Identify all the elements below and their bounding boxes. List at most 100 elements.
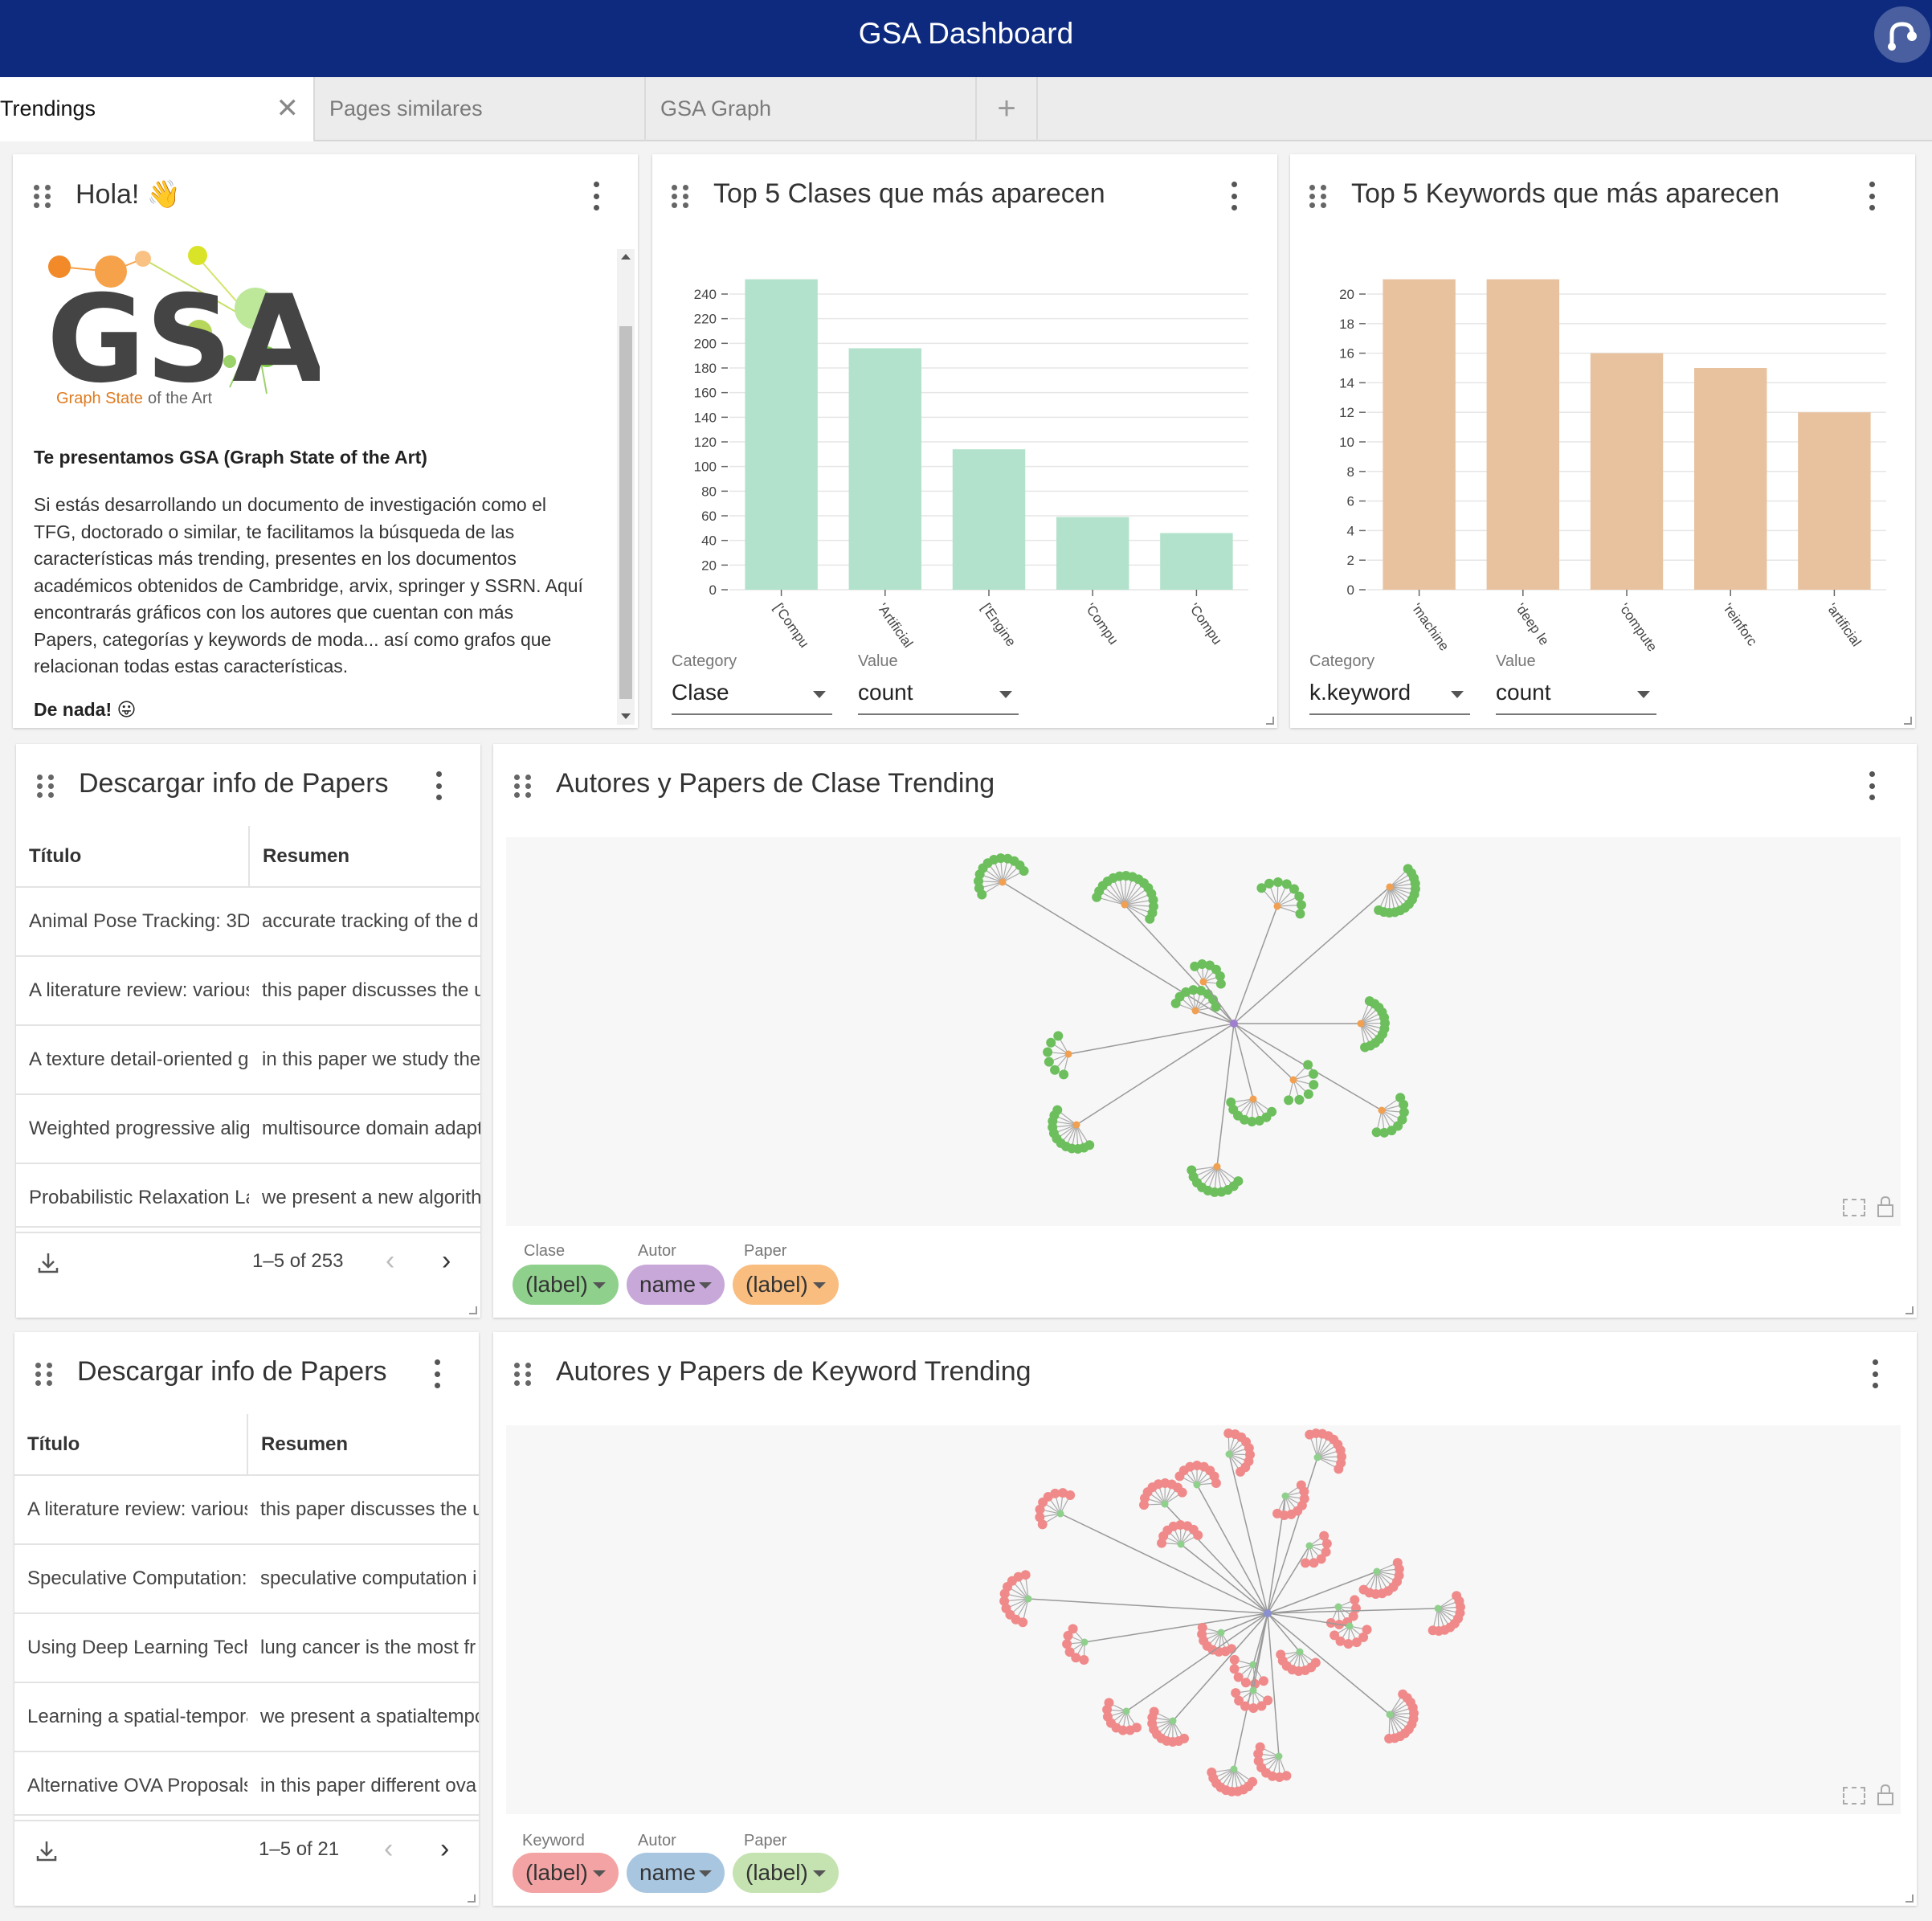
more-options-icon[interactable] <box>434 771 443 800</box>
graph-node[interactable] <box>1193 1530 1203 1540</box>
graph-node[interactable] <box>1308 1069 1318 1079</box>
graph-node[interactable] <box>1346 1622 1354 1630</box>
table-row[interactable]: Speculative Computation: speculative comp… <box>14 1544 479 1614</box>
graph-node[interactable] <box>1024 1595 1032 1603</box>
graph-node[interactable] <box>1122 1707 1130 1715</box>
graph-node[interactable] <box>1258 1676 1268 1686</box>
graph-node[interactable] <box>1229 1664 1240 1674</box>
previous-page-button[interactable]: ‹ <box>386 1245 394 1277</box>
graph-node[interactable] <box>1248 1702 1259 1713</box>
legend-keyword-select[interactable]: (label) <box>513 1853 619 1893</box>
graph-node[interactable] <box>1059 1069 1069 1080</box>
graph-node[interactable] <box>1289 1076 1297 1084</box>
resize-handle[interactable] <box>1904 717 1912 725</box>
graph-node[interactable] <box>1272 877 1283 888</box>
graph-node[interactable] <box>1062 1639 1072 1649</box>
graph-node[interactable] <box>1275 1752 1283 1760</box>
graph-node[interactable] <box>1309 1080 1319 1090</box>
lock-icon[interactable] <box>1877 1784 1894 1806</box>
legend-autor-select[interactable]: name <box>627 1265 725 1305</box>
graph-node[interactable] <box>1371 1127 1382 1138</box>
graph-node[interactable] <box>1191 1007 1199 1015</box>
drag-handle-icon[interactable] <box>34 185 51 209</box>
graph-node[interactable] <box>1177 1487 1187 1498</box>
graph-node[interactable] <box>1360 1042 1370 1052</box>
graph-node[interactable] <box>1104 1698 1114 1708</box>
graph-node[interactable] <box>1065 1490 1076 1501</box>
more-options-icon[interactable] <box>1870 1359 1880 1388</box>
graph-node[interactable] <box>1313 1453 1321 1461</box>
resize-handle[interactable] <box>1905 1894 1914 1903</box>
tab-trendings[interactable]: Trendings ✕ <box>0 77 315 141</box>
network-graph-canvas[interactable] <box>506 1425 1901 1814</box>
graph-node[interactable] <box>1303 1089 1313 1099</box>
graph-node[interactable] <box>1043 1047 1053 1057</box>
graph-node[interactable] <box>1294 891 1305 901</box>
legend-clase-select[interactable]: (label) <box>513 1265 619 1305</box>
graph-node[interactable] <box>1384 1733 1395 1743</box>
resize-handle[interactable] <box>468 1894 476 1903</box>
graph-node[interactable] <box>1321 1539 1332 1549</box>
value-select[interactable]: count <box>1496 680 1656 715</box>
table-row[interactable]: A texture detail-oriented g in this paper… <box>16 1025 480 1095</box>
value-select[interactable]: count <box>858 680 1019 715</box>
graph-node[interactable] <box>1187 1165 1197 1175</box>
graph-node[interactable] <box>1211 1478 1221 1489</box>
graph-node[interactable] <box>1177 1540 1185 1548</box>
graph-node[interactable] <box>1296 900 1306 910</box>
graph-node[interactable] <box>1255 1742 1265 1752</box>
more-options-icon[interactable] <box>1867 182 1877 210</box>
graph-node[interactable] <box>1284 1095 1294 1106</box>
graph-node[interactable] <box>1217 1629 1225 1637</box>
table-row[interactable]: Weighted progressive alig multisource dom… <box>16 1094 480 1164</box>
legend-paper-select[interactable]: (label) <box>733 1853 839 1893</box>
graph-node[interactable] <box>1044 1057 1054 1067</box>
graph-node[interactable] <box>1046 1037 1056 1048</box>
graph-node[interactable] <box>1301 1558 1311 1568</box>
graph-node[interactable] <box>1357 1020 1365 1028</box>
graph-node[interactable] <box>1350 1595 1360 1605</box>
table-row[interactable]: Learning a spatial-tempora we present a s… <box>14 1682 479 1752</box>
drag-handle-icon[interactable] <box>514 1363 531 1387</box>
fit-view-icon[interactable] <box>1843 1199 1865 1216</box>
graph-node[interactable] <box>1064 1050 1072 1058</box>
graph-node[interactable] <box>1281 1492 1289 1500</box>
graph-node[interactable] <box>1230 1020 1238 1028</box>
bar[interactable] <box>1056 517 1129 590</box>
drag-handle-icon[interactable] <box>35 1363 52 1387</box>
table-row[interactable]: Alternative OVA Proposals in this paper d… <box>14 1751 479 1821</box>
graph-node[interactable] <box>1169 1717 1177 1725</box>
graph-node[interactable] <box>1230 1765 1238 1773</box>
tab-gsa-graph[interactable]: GSA Graph <box>646 77 977 141</box>
next-page-button[interactable]: › <box>440 1833 449 1865</box>
table-row[interactable]: A literature review: various this paper d… <box>14 1475 479 1545</box>
graph-node[interactable] <box>1236 1466 1246 1477</box>
graph-node[interactable] <box>1330 1630 1340 1641</box>
graph-node[interactable] <box>1428 1625 1438 1636</box>
scroll-up-arrow[interactable] <box>621 254 631 260</box>
graph-node[interactable] <box>1053 1031 1064 1041</box>
more-options-icon[interactable] <box>1867 771 1877 800</box>
column-header-summary[interactable]: Resumen <box>248 826 480 888</box>
graph-node[interactable] <box>1386 1711 1394 1719</box>
column-header-summary[interactable]: Resumen <box>247 1414 479 1476</box>
graph-node[interactable] <box>1358 1584 1369 1595</box>
graph-node[interactable] <box>1050 1065 1060 1075</box>
graph-node[interactable] <box>1079 1654 1089 1665</box>
bar[interactable] <box>1798 412 1871 590</box>
graph-node[interactable] <box>1264 1609 1272 1617</box>
resize-handle[interactable] <box>1905 1306 1914 1314</box>
graph-node[interactable] <box>1303 1060 1313 1070</box>
network-graph[interactable] <box>506 1425 1901 1814</box>
next-page-button[interactable]: › <box>442 1245 451 1277</box>
bar[interactable] <box>1383 279 1456 590</box>
bar[interactable] <box>952 449 1026 590</box>
legend-autor-select[interactable]: name <box>627 1853 725 1893</box>
graph-node[interactable] <box>1264 878 1274 889</box>
graph-node[interactable] <box>1072 1121 1080 1129</box>
drag-handle-icon[interactable] <box>514 775 531 799</box>
graph-node[interactable] <box>1296 1648 1304 1656</box>
resize-handle[interactable] <box>469 1306 477 1314</box>
table-row[interactable]: Animal Pose Tracking: 3D accurate trackin… <box>16 887 480 957</box>
graph-node[interactable] <box>1434 1604 1442 1612</box>
